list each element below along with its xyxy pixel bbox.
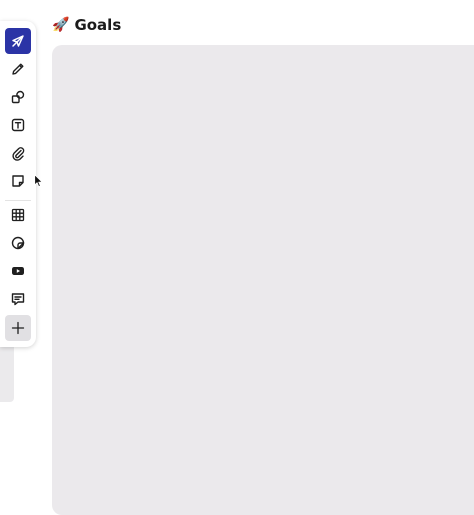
more-tools-button[interactable] [5, 315, 31, 341]
sticker-icon [11, 236, 25, 250]
attachment-tool-button[interactable] [5, 140, 31, 166]
text-icon [11, 118, 25, 132]
video-tool-button[interactable] [5, 258, 31, 284]
shapes-tool-button[interactable] [5, 84, 31, 110]
board-title-text: Goals [74, 16, 122, 34]
mouse-cursor-icon [34, 174, 43, 187]
arrow-pointer-icon [12, 35, 24, 47]
board-title[interactable]: 🚀 Goals [52, 14, 121, 36]
pencil-icon [12, 63, 24, 75]
board-toolbar [0, 21, 36, 347]
comment-tool-button[interactable] [5, 286, 31, 312]
shapes-icon [11, 90, 25, 104]
video-icon [12, 267, 24, 275]
plus-icon [11, 321, 25, 335]
pen-tool-button[interactable] [5, 56, 31, 82]
text-tool-button[interactable] [5, 112, 31, 138]
sticky-note-icon [12, 175, 24, 187]
paperclip-icon [12, 147, 25, 161]
toolbar-divider [5, 200, 31, 201]
sticky-note-tool-button[interactable] [5, 168, 31, 194]
board-canvas[interactable] [52, 45, 474, 515]
rocket-icon: 🚀 [52, 17, 70, 33]
table-icon [11, 208, 25, 222]
select-tool-button[interactable] [5, 28, 31, 54]
sticker-tool-button[interactable] [5, 230, 31, 256]
comment-icon [11, 293, 25, 306]
table-tool-button[interactable] [5, 202, 31, 228]
